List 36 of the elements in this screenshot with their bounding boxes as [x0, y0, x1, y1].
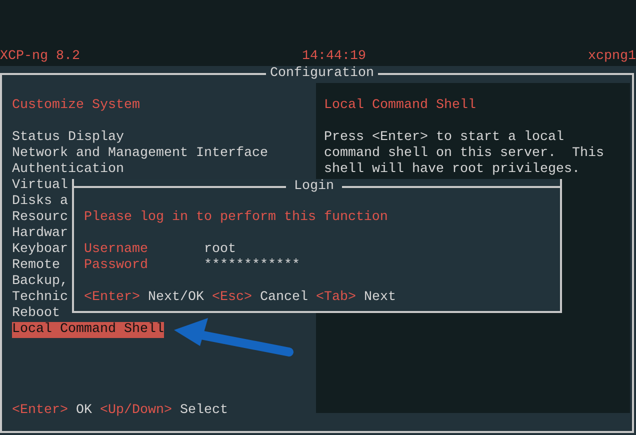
- detail-title: Local Command Shell: [324, 98, 477, 114]
- menu-title: Customize System: [12, 98, 141, 114]
- action-label: OK: [76, 403, 92, 419]
- menu-item[interactable]: Reboot: [12, 306, 60, 322]
- input-field[interactable]: ************: [204, 258, 300, 274]
- key-hint: <Enter>: [84, 290, 140, 306]
- menu-item[interactable]: Hardwar: [12, 226, 68, 242]
- action-label: Next: [364, 290, 396, 306]
- hostname: xcpng1: [588, 49, 636, 65]
- key-hint: <Up/Down>: [100, 403, 172, 419]
- field-label: Password: [84, 258, 149, 274]
- input-field[interactable]: root: [204, 242, 236, 258]
- key-hint: <Enter>: [12, 403, 68, 419]
- action-label: Select: [180, 403, 228, 419]
- menu-item[interactable]: Backup,: [12, 274, 68, 290]
- menu-item[interactable]: Virtual: [12, 178, 68, 194]
- dialog-message: Please log in to perform this function: [84, 210, 389, 226]
- menu-item[interactable]: Remote: [12, 258, 60, 274]
- field-label: Username: [84, 242, 149, 258]
- window-title: Configuration: [269, 66, 375, 82]
- menu-item[interactable]: Resourc: [12, 210, 68, 226]
- menu-item[interactable]: Local Command Shell: [12, 322, 164, 338]
- key-hint: <Esc>: [212, 290, 252, 306]
- menu-item[interactable]: Network and Management Interface: [12, 146, 268, 162]
- action-label: Cancel: [260, 290, 308, 306]
- dialog-title: Login: [293, 179, 335, 195]
- key-hint: <Tab>: [316, 290, 356, 306]
- menu-item[interactable]: Disks a: [12, 194, 68, 210]
- menu-item[interactable]: Authentication: [12, 162, 124, 178]
- menu-item[interactable]: Technic: [12, 290, 68, 306]
- detail-description: Press <Enter> to start a local command shell on this server. This shell will have root privileges.: [324, 130, 605, 178]
- menu-item[interactable]: Keyboar: [12, 242, 68, 258]
- clock: 14:44:19: [302, 49, 366, 65]
- product-version: XCP-ng 8.2: [0, 49, 80, 65]
- action-label: Next/OK: [148, 290, 204, 306]
- menu-item[interactable]: Status Display: [12, 130, 124, 146]
